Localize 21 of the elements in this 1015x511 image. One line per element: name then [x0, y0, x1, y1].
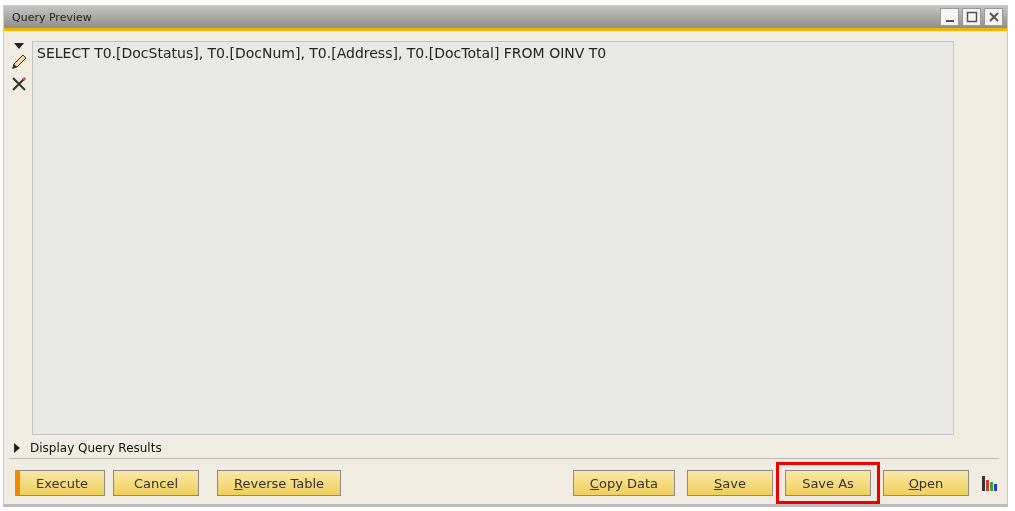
action-button[interactable]: Save	[687, 470, 773, 496]
minimize-button[interactable]	[940, 8, 959, 26]
action-button[interactable]: Cancel	[113, 470, 199, 496]
maximize-button[interactable]	[962, 8, 981, 26]
action-button[interactable]: Save As	[785, 470, 871, 496]
action-button[interactable]: Reverse Table	[217, 470, 341, 496]
toggle-label[interactable]: Display Query Results	[30, 441, 162, 455]
expand-arrow-icon[interactable]	[13, 443, 21, 453]
action-button[interactable]: Copy Data	[572, 470, 675, 496]
maximize-icon	[965, 11, 978, 23]
action-button[interactable]: Open	[883, 470, 969, 496]
action-button[interactable]: Execute	[15, 470, 105, 496]
close-button[interactable]	[984, 8, 1003, 26]
dropdown-arrow-icon[interactable]	[14, 43, 24, 49]
pencil-cross-icon[interactable]	[10, 75, 28, 93]
minimize-icon	[945, 20, 954, 22]
pencil-icon[interactable]	[10, 53, 28, 71]
query-editor[interactable]: SELECT T0.[DocStatus], T0.[DocNum], T0.[Address], T0.[DocTotal] FROM OINV T0	[32, 41, 954, 435]
close-icon	[987, 11, 1000, 23]
window-title: Query Preview	[12, 10, 92, 24]
bar-chart-icon[interactable]	[981, 474, 999, 492]
